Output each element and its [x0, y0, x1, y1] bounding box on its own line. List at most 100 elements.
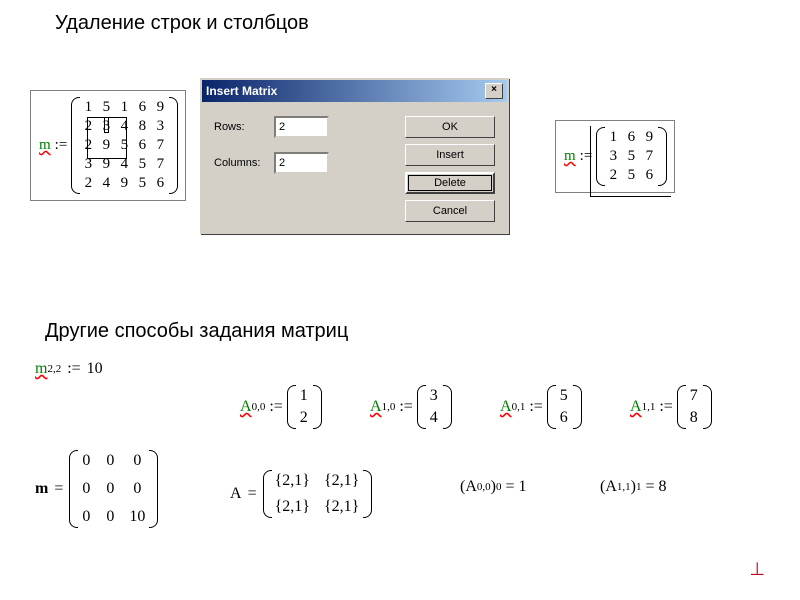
matrix-block-right: m := 169357256 — [555, 120, 675, 193]
assign-op: := — [269, 398, 282, 416]
matrix-cell: 5 — [137, 175, 147, 192]
insert-button[interactable]: Insert — [405, 144, 495, 166]
matrix-cell: {2,1} — [275, 498, 310, 516]
matrix-cell: 6 — [644, 167, 654, 184]
matrix-cell: 0 — [81, 480, 91, 498]
rows-input[interactable] — [274, 116, 329, 138]
var-A: A — [240, 398, 252, 416]
matrix-cell: 4 — [119, 156, 129, 173]
matrix-cell: 9 — [101, 137, 111, 154]
ok-button[interactable]: OK — [405, 116, 495, 138]
matrix-cell: 6 — [626, 129, 636, 146]
assign-op: := — [529, 398, 542, 416]
matrix-cell: 1 — [119, 99, 129, 116]
inner-sub: 0 — [496, 481, 502, 493]
outer-sub: 0,0 — [477, 481, 491, 493]
red-cursor-mark: ⊥ — [749, 559, 765, 580]
assign-m22: m 2,2 := 10 — [35, 360, 103, 378]
sub-22: 2,2 — [47, 363, 61, 375]
eq-op: = — [54, 480, 63, 498]
var-A: A — [630, 398, 642, 416]
matrix-cell: 8 — [137, 118, 147, 135]
matrix-cell: 3 — [608, 148, 618, 165]
val-10: 10 — [87, 360, 103, 378]
columns-input[interactable] — [274, 152, 329, 174]
matrix-cell: 7 — [644, 148, 654, 165]
eq-op: = — [505, 478, 514, 496]
matrix-cell: 1 — [83, 99, 93, 116]
matrix-cell: 1 — [608, 129, 618, 146]
a-result: A = {2,1}{2,1}{2,1}{2,1} — [230, 470, 371, 518]
matrix-cell: 5 — [626, 148, 636, 165]
var-A: A — [370, 398, 382, 416]
a-sub: 1,0 — [382, 401, 396, 413]
matrix-cell: 7 — [155, 156, 165, 173]
matrix-cell: {2,1} — [275, 472, 310, 490]
matrix-cell: 6 — [559, 409, 569, 427]
result-val: 8 — [659, 478, 667, 496]
assign-op: := — [580, 148, 593, 165]
a-assign: A0,0:= 1 2 — [240, 385, 321, 429]
insert-matrix-dialog: Insert Matrix × Rows: Columns: OK Insert… — [200, 78, 509, 234]
delete-button[interactable]: Delete — [405, 172, 495, 194]
var-A: A — [465, 478, 477, 496]
matrix-cell: 0 — [105, 480, 115, 498]
matrix-cell: 0 — [81, 508, 91, 526]
matrix-cell: 3 — [101, 118, 111, 135]
matrix-cell: {2,1} — [324, 498, 359, 516]
columns-label: Columns: — [214, 157, 274, 169]
close-button[interactable]: × — [485, 83, 503, 99]
matrix-cell: 7 — [689, 387, 699, 405]
matrix-cell: 5 — [626, 167, 636, 184]
assign-op: := — [55, 137, 68, 154]
matrix-cell: 2 — [83, 118, 93, 135]
matrix-cell: 4 — [429, 409, 439, 427]
matrix-cell: 6 — [155, 175, 165, 192]
dialog-titlebar[interactable]: Insert Matrix × — [202, 80, 507, 102]
matrix-cell: 5 — [137, 156, 147, 173]
matrix-block-left: m := 1516923483295673945724956 — [30, 90, 186, 201]
matrix-cell: 1 — [299, 387, 309, 405]
matrix-cell: 6 — [137, 137, 147, 154]
assign-op: := — [67, 360, 80, 378]
matrix-cell: 5 — [101, 99, 111, 116]
a-indexed-result: (A0,0)0=1 — [460, 478, 527, 496]
matrix-cell: 3 — [155, 118, 165, 135]
a-sub: 1,1 — [642, 401, 656, 413]
matrix-var-m: m — [39, 137, 51, 154]
a-assign: A0,1:= 5 6 — [500, 385, 581, 429]
matrix-cell: 5 — [559, 387, 569, 405]
heading-delete: Удаление строк и столбцов — [55, 12, 309, 35]
var-m: m — [35, 480, 48, 498]
var-m: m — [35, 360, 47, 378]
matrix-cell: 0 — [105, 452, 115, 470]
matrix-cell: 2 — [83, 175, 93, 192]
matrix-cell: 2 — [299, 409, 309, 427]
matrix-cell: 9 — [101, 156, 111, 173]
result-val: 1 — [519, 478, 527, 496]
dialog-title: Insert Matrix — [206, 84, 277, 98]
matrix-left: 1516923483295673945724956 — [71, 97, 177, 194]
rows-label: Rows: — [214, 121, 274, 133]
a-assign: A1,1:= 7 8 — [630, 385, 711, 429]
assign-op: := — [399, 398, 412, 416]
var-A: A — [230, 485, 242, 503]
var-A: A — [500, 398, 512, 416]
cancel-button[interactable]: Cancel — [405, 200, 495, 222]
matrix-cell: 8 — [689, 409, 699, 427]
matrix-cell: 0 — [129, 452, 145, 470]
eq-op: = — [645, 478, 654, 496]
matrix-cell: 5 — [119, 137, 129, 154]
matrix-cell: 3 — [83, 156, 93, 173]
matrix-cell: 4 — [119, 118, 129, 135]
heading-other: Другие способы задания матриц — [45, 320, 348, 343]
matrix-cell: 7 — [155, 137, 165, 154]
matrix-cell: 3 — [429, 387, 439, 405]
a-sub: 0,1 — [512, 401, 526, 413]
matrix-cell: 0 — [105, 508, 115, 526]
outer-sub: 1,1 — [617, 481, 631, 493]
matrix-var-m: m — [564, 148, 576, 165]
assign-op: := — [659, 398, 672, 416]
a-sub: 0,0 — [252, 401, 266, 413]
matrix-cell: 9 — [155, 99, 165, 116]
